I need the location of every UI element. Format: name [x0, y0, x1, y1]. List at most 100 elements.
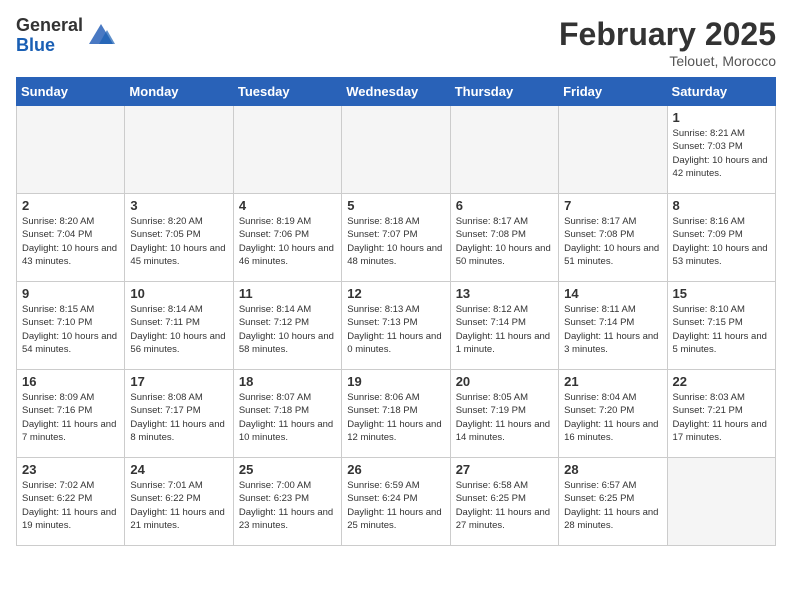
day-number: 14 — [564, 286, 661, 301]
calendar-cell — [667, 458, 775, 546]
calendar-cell: 27 Sunrise: 6:58 AM Sunset: 6:25 PM Dayli… — [450, 458, 558, 546]
day-number: 2 — [22, 198, 119, 213]
day-info: Sunrise: 6:58 AM Sunset: 6:25 PM Dayligh… — [456, 479, 553, 532]
calendar-cell: 18 Sunrise: 8:07 AM Sunset: 7:18 PM Dayli… — [233, 370, 341, 458]
day-info: Sunrise: 8:14 AM Sunset: 7:11 PM Dayligh… — [130, 303, 227, 356]
week-row: 1 Sunrise: 8:21 AM Sunset: 7:03 PM Daylig… — [17, 106, 776, 194]
day-number: 18 — [239, 374, 336, 389]
calendar-cell: 10 Sunrise: 8:14 AM Sunset: 7:11 PM Dayli… — [125, 282, 233, 370]
day-info: Sunrise: 8:14 AM Sunset: 7:12 PM Dayligh… — [239, 303, 336, 356]
calendar-table: SundayMondayTuesdayWednesdayThursdayFrid… — [16, 77, 776, 546]
page-header: General Blue February 2025 Telouet, Moro… — [16, 16, 776, 69]
title-section: February 2025 Telouet, Morocco — [559, 16, 776, 69]
day-info: Sunrise: 7:02 AM Sunset: 6:22 PM Dayligh… — [22, 479, 119, 532]
calendar-cell: 24Sunrise: 7:01 AM Sunset: 6:22 PM Dayli… — [125, 458, 233, 546]
day-number: 17 — [130, 374, 227, 389]
calendar-cell: 20 Sunrise: 8:05 AM Sunset: 7:19 PM Dayli… — [450, 370, 558, 458]
day-info: Sunrise: 8:03 AM Sunset: 7:21 PM Dayligh… — [673, 391, 770, 444]
day-number: 10 — [130, 286, 227, 301]
day-number: 1 — [673, 110, 770, 125]
weekday-header: Saturday — [667, 78, 775, 106]
day-info: Sunrise: 8:18 AM Sunset: 7:07 PM Dayligh… — [347, 215, 444, 268]
day-number: 12 — [347, 286, 444, 301]
calendar-cell: 11 Sunrise: 8:14 AM Sunset: 7:12 PM Dayli… — [233, 282, 341, 370]
day-number: 6 — [456, 198, 553, 213]
day-info: Sunrise: 8:09 AM Sunset: 7:16 PM Dayligh… — [22, 391, 119, 444]
calendar-cell: 8 Sunrise: 8:16 AM Sunset: 7:09 PM Daylig… — [667, 194, 775, 282]
day-info: Sunrise: 8:17 AM Sunset: 7:08 PM Dayligh… — [564, 215, 661, 268]
logo: General Blue — [16, 16, 115, 56]
day-info: Sunrise: 8:08 AM Sunset: 7:17 PM Dayligh… — [130, 391, 227, 444]
weekday-header: Sunday — [17, 78, 125, 106]
calendar-cell: 26Sunrise: 6:59 AM Sunset: 6:24 PM Dayli… — [342, 458, 450, 546]
calendar-cell: 3 Sunrise: 8:20 AM Sunset: 7:05 PM Daylig… — [125, 194, 233, 282]
day-number: 21 — [564, 374, 661, 389]
day-number: 4 — [239, 198, 336, 213]
day-info: Sunrise: 8:05 AM Sunset: 7:19 PM Dayligh… — [456, 391, 553, 444]
calendar-cell: 1 Sunrise: 8:21 AM Sunset: 7:03 PM Daylig… — [667, 106, 775, 194]
calendar-cell: 5 Sunrise: 8:18 AM Sunset: 7:07 PM Daylig… — [342, 194, 450, 282]
day-number: 11 — [239, 286, 336, 301]
calendar-cell: 21 Sunrise: 8:04 AM Sunset: 7:20 PM Dayli… — [559, 370, 667, 458]
weekday-header: Tuesday — [233, 78, 341, 106]
day-number: 25 — [239, 462, 336, 477]
day-number: 28 — [564, 462, 661, 477]
day-number: 15 — [673, 286, 770, 301]
calendar-cell: 2Sunrise: 8:20 AM Sunset: 7:04 PM Daylig… — [17, 194, 125, 282]
day-number: 23 — [22, 462, 119, 477]
month-title: February 2025 — [559, 16, 776, 53]
day-info: Sunrise: 8:11 AM Sunset: 7:14 PM Dayligh… — [564, 303, 661, 356]
calendar-cell: 17 Sunrise: 8:08 AM Sunset: 7:17 PM Dayli… — [125, 370, 233, 458]
day-info: Sunrise: 7:01 AM Sunset: 6:22 PM Dayligh… — [130, 479, 227, 532]
day-number: 27 — [456, 462, 553, 477]
calendar-cell: 12 Sunrise: 8:13 AM Sunset: 7:13 PM Dayli… — [342, 282, 450, 370]
week-row: 16 Sunrise: 8:09 AM Sunset: 7:16 PM Dayli… — [17, 370, 776, 458]
day-info: Sunrise: 8:07 AM Sunset: 7:18 PM Dayligh… — [239, 391, 336, 444]
day-number: 3 — [130, 198, 227, 213]
calendar-cell: 28 Sunrise: 6:57 AM Sunset: 6:25 PM Dayli… — [559, 458, 667, 546]
weekday-header: Friday — [559, 78, 667, 106]
day-info: Sunrise: 8:19 AM Sunset: 7:06 PM Dayligh… — [239, 215, 336, 268]
day-number: 7 — [564, 198, 661, 213]
calendar-cell — [233, 106, 341, 194]
calendar-cell: 16 Sunrise: 8:09 AM Sunset: 7:16 PM Dayli… — [17, 370, 125, 458]
day-info: Sunrise: 8:21 AM Sunset: 7:03 PM Dayligh… — [673, 127, 770, 180]
day-number: 9 — [22, 286, 119, 301]
calendar-cell: 6 Sunrise: 8:17 AM Sunset: 7:08 PM Daylig… — [450, 194, 558, 282]
day-info: Sunrise: 7:00 AM Sunset: 6:23 PM Dayligh… — [239, 479, 336, 532]
day-number: 16 — [22, 374, 119, 389]
calendar-cell: 13 Sunrise: 8:12 AM Sunset: 7:14 PM Dayli… — [450, 282, 558, 370]
day-number: 5 — [347, 198, 444, 213]
day-info: Sunrise: 8:16 AM Sunset: 7:09 PM Dayligh… — [673, 215, 770, 268]
calendar-cell: 22 Sunrise: 8:03 AM Sunset: 7:21 PM Dayli… — [667, 370, 775, 458]
week-row: 2Sunrise: 8:20 AM Sunset: 7:04 PM Daylig… — [17, 194, 776, 282]
day-number: 13 — [456, 286, 553, 301]
calendar-cell — [559, 106, 667, 194]
calendar-cell: 9 Sunrise: 8:15 AM Sunset: 7:10 PM Daylig… — [17, 282, 125, 370]
calendar-cell — [450, 106, 558, 194]
day-info: Sunrise: 8:12 AM Sunset: 7:14 PM Dayligh… — [456, 303, 553, 356]
week-row: 9 Sunrise: 8:15 AM Sunset: 7:10 PM Daylig… — [17, 282, 776, 370]
day-number: 22 — [673, 374, 770, 389]
week-row: 23 Sunrise: 7:02 AM Sunset: 6:22 PM Dayli… — [17, 458, 776, 546]
calendar-cell — [17, 106, 125, 194]
weekday-header: Monday — [125, 78, 233, 106]
day-info: Sunrise: 8:17 AM Sunset: 7:08 PM Dayligh… — [456, 215, 553, 268]
calendar-cell: 23 Sunrise: 7:02 AM Sunset: 6:22 PM Dayli… — [17, 458, 125, 546]
calendar-cell: 7 Sunrise: 8:17 AM Sunset: 7:08 PM Daylig… — [559, 194, 667, 282]
day-info: Sunrise: 8:04 AM Sunset: 7:20 PM Dayligh… — [564, 391, 661, 444]
day-info: Sunrise: 8:20 AM Sunset: 7:05 PM Dayligh… — [130, 215, 227, 268]
day-info: Sunrise: 8:15 AM Sunset: 7:10 PM Dayligh… — [22, 303, 119, 356]
weekday-header: Wednesday — [342, 78, 450, 106]
day-info: Sunrise: 8:10 AM Sunset: 7:15 PM Dayligh… — [673, 303, 770, 356]
logo-icon — [87, 22, 115, 50]
calendar-cell — [342, 106, 450, 194]
day-info: Sunrise: 8:13 AM Sunset: 7:13 PM Dayligh… — [347, 303, 444, 356]
logo-general: General — [16, 16, 83, 36]
weekday-header: Thursday — [450, 78, 558, 106]
day-info: Sunrise: 6:59 AM Sunset: 6:24 PM Dayligh… — [347, 479, 444, 532]
day-number: 20 — [456, 374, 553, 389]
day-info: Sunrise: 6:57 AM Sunset: 6:25 PM Dayligh… — [564, 479, 661, 532]
day-info: Sunrise: 8:06 AM Sunset: 7:18 PM Dayligh… — [347, 391, 444, 444]
day-number: 8 — [673, 198, 770, 213]
